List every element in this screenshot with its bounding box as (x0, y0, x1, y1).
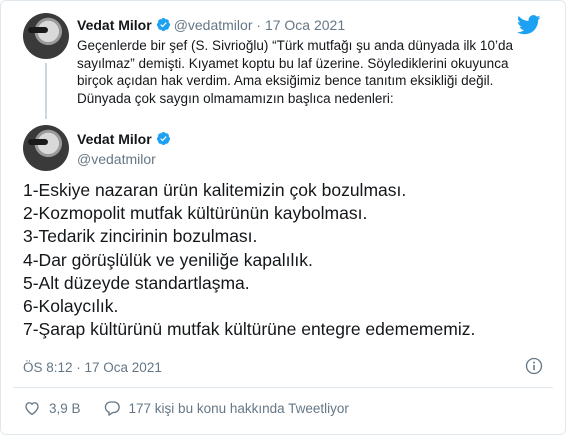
reply-button[interactable]: 177 kişi bu konu hakkında Tweetliyor (103, 399, 349, 417)
like-count: 3,9 B (49, 400, 81, 416)
action-bar: 3,9 B 177 kişi bu konu hakkında Tweetliy… (23, 399, 371, 417)
replies-label: 177 kişi bu konu hakkında Tweetliyor (128, 400, 349, 416)
display-name[interactable]: Vedat Milor (77, 17, 152, 33)
like-button[interactable]: 3,9 B (23, 399, 81, 417)
user-handle[interactable]: @vedatmilor (174, 17, 253, 33)
avatar[interactable] (23, 13, 69, 59)
verified-badge-icon (156, 17, 170, 32)
tweet-line: 1-Eskiye nazaran ürün kalitemizin çok bo… (23, 180, 407, 200)
quoted-tweet-text: Geçenlerde bir şef (S. Sivrioğlu) “Türk … (77, 38, 513, 106)
user-handle[interactable]: @vedatmilor (77, 151, 174, 167)
main-tweet-text: 1-Eskiye nazaran ürün kalitemizin çok bo… (23, 179, 553, 341)
thread-connector (45, 63, 47, 119)
avatar[interactable] (23, 125, 69, 171)
info-icon[interactable] (525, 357, 543, 375)
separator: · (256, 17, 262, 33)
quoted-tweet-header: Vedat Milor @vedatmilor · 17 Oca 2021 (77, 17, 345, 33)
tweet-date[interactable]: 17 Oca 2021 (265, 17, 345, 33)
twitter-bird-icon[interactable] (517, 15, 541, 35)
tweet-line: 2-Kozmopolit mutfak kültürünün kaybolmas… (23, 203, 368, 224)
main-tweet-header: Vedat Milor @vedatmilor (77, 131, 174, 167)
tweet-timestamp[interactable]: ÖS 8:12 · 17 Oca 2021 (23, 360, 162, 375)
tweet-line: 5-Alt düzeyde standartlaşma. (23, 272, 250, 293)
display-name[interactable]: Vedat Milor (77, 131, 152, 147)
verified-badge-icon (156, 131, 170, 146)
tweet-line: 6-Kolaycılık. (23, 296, 119, 317)
comment-bubble-icon (104, 401, 120, 416)
tweet-line: 7-Şarap kültürünü mutfak kültürüne enteg… (23, 319, 476, 340)
tweet-card: Vedat Milor @vedatmilor · 17 Oca 2021 Geç… (0, 0, 566, 435)
heart-icon (25, 402, 39, 416)
divider (13, 387, 553, 388)
tweet-line: 3-Tedarik zincirinin bozulması. (23, 226, 258, 247)
tweet-line: 4-Dar görüşlülük ve yeniliğe kapalılık. (23, 249, 313, 270)
